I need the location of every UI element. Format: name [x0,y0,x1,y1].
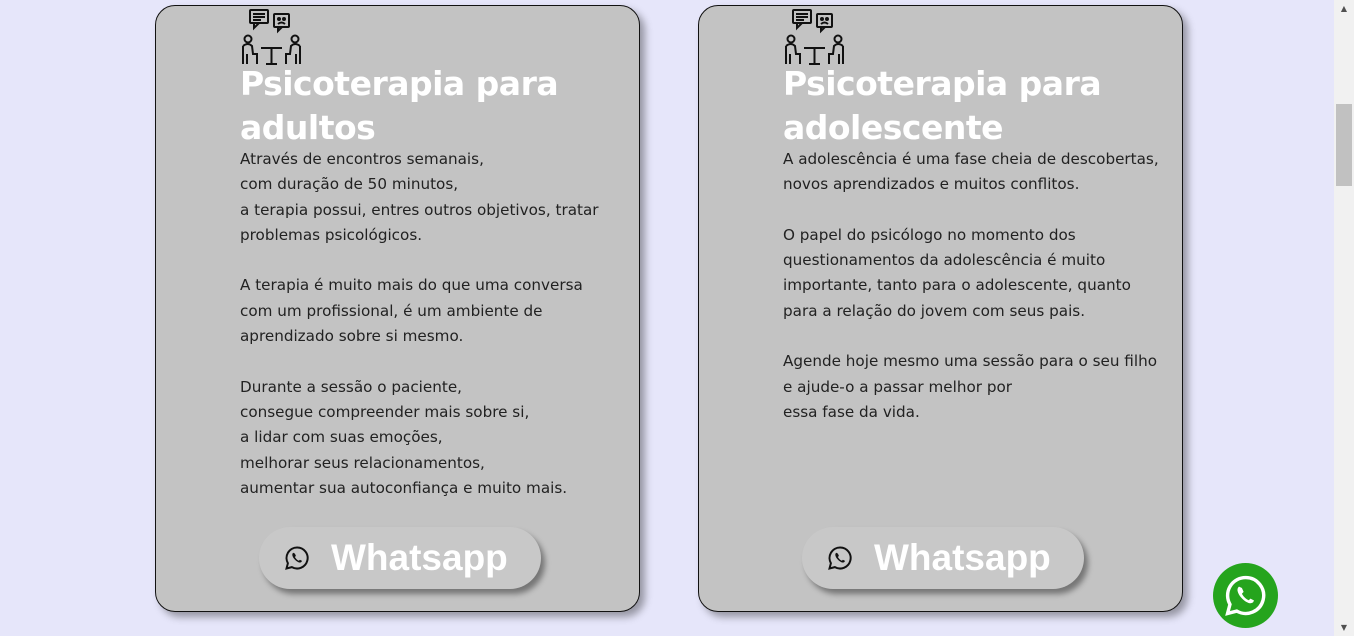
scroll-up-arrow-icon[interactable]: ▲ [1334,0,1354,17]
whatsapp-button-label: Whatsapp [874,537,1051,578]
card-description: A adolescência é uma fase cheia de desco… [783,150,1159,421]
page: Psicoterapia para adultos Através de enc… [0,0,1354,636]
whatsapp-icon [285,546,309,570]
whatsapp-button-label: Whatsapp [331,537,508,578]
whatsapp-button[interactable]: Whatsapp [802,527,1084,589]
card-title: Psicoterapia para adultos [240,64,559,147]
card-title: Psicoterapia para adolescente [783,64,1102,147]
service-card-adults: Psicoterapia para adultos Através de enc… [155,5,640,612]
vertical-scrollbar[interactable]: ▲ ▼ [1334,0,1354,636]
whatsapp-icon [1225,575,1266,616]
service-card-teens: Psicoterapia para adolescente A adolescê… [698,5,1183,612]
scrollbar-thumb[interactable] [1336,104,1352,186]
whatsapp-button[interactable]: Whatsapp [259,527,541,589]
therapy-session-icon [242,9,301,65]
whatsapp-icon [828,546,852,570]
therapy-session-icon [785,9,844,65]
floating-whatsapp-button[interactable] [1213,563,1278,628]
scroll-down-arrow-icon[interactable]: ▼ [1334,619,1354,636]
card-description: Através de encontros semanais, com duraç… [240,150,599,497]
